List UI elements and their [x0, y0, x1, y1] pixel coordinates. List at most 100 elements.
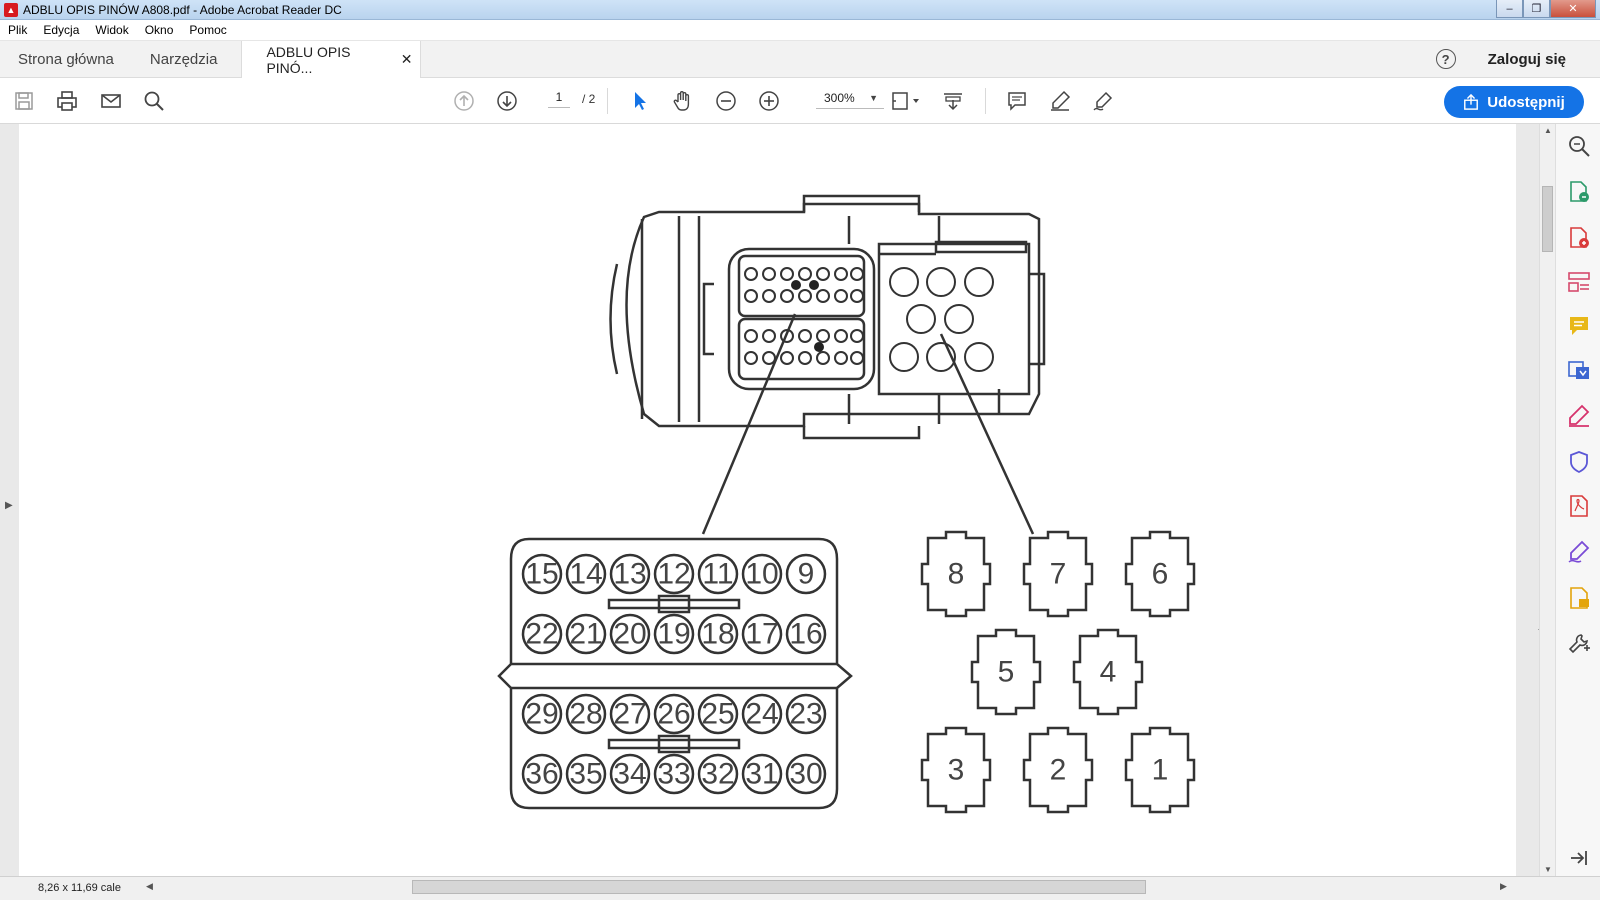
- sign-request-icon[interactable]: [1567, 540, 1591, 564]
- organize-pages-icon[interactable]: [1567, 270, 1591, 294]
- toolbar-divider: [985, 88, 986, 114]
- help-icon[interactable]: ?: [1435, 49, 1456, 69]
- tab-document[interactable]: ADBLU OPIS PINÓ... ✕: [241, 41, 422, 78]
- menu-bar: Plik Edycja Widok Okno Pomoc: [0, 20, 1600, 41]
- export-pdf-icon[interactable]: [1567, 180, 1591, 204]
- prev-page-icon[interactable]: [452, 89, 476, 113]
- tab-bar: Strona główna Narzędzia ADBLU OPIS PINÓ.…: [0, 41, 1600, 78]
- zoom-in-icon[interactable]: [757, 89, 781, 113]
- acrobat-icon: ▲: [4, 2, 18, 17]
- pin-label: 33: [657, 758, 690, 791]
- menu-view[interactable]: Widok: [87, 23, 136, 37]
- scroll-mode-icon[interactable]: [941, 89, 965, 113]
- menu-file[interactable]: Plik: [0, 23, 35, 37]
- pin-label: 22: [525, 618, 558, 651]
- connector-a-pins: 15 14 13 12 11 10 9 22 21 20 19 18 17 16 29 28 27 26 25 24 2…: [521, 553, 827, 795]
- email-icon[interactable]: [99, 89, 123, 113]
- pdf-icon[interactable]: [1567, 494, 1591, 518]
- menu-edit[interactable]: Edycja: [35, 23, 87, 37]
- pin-label: 34: [613, 758, 646, 791]
- terminal-label: 3: [948, 754, 965, 787]
- tab-home[interactable]: Strona główna: [0, 41, 132, 77]
- send-comments-icon[interactable]: [1567, 586, 1591, 610]
- vertical-scrollbar[interactable]: ▲ ▼: [1539, 124, 1555, 876]
- pin-label: 21: [569, 618, 602, 651]
- window-controls: – ❐ ✕: [1496, 0, 1596, 19]
- terminal-label: 5: [998, 656, 1015, 689]
- sign-icon[interactable]: [1091, 89, 1115, 113]
- pin-label: 24: [745, 698, 778, 731]
- terminal-label: 7: [1050, 558, 1067, 591]
- comment-tool-icon[interactable]: [1567, 314, 1591, 338]
- scroll-up-icon[interactable]: ▲: [1544, 126, 1552, 135]
- scroll-down-icon[interactable]: ▼: [1544, 865, 1552, 874]
- menu-window[interactable]: Okno: [137, 23, 182, 37]
- save-icon[interactable]: [12, 89, 36, 113]
- minimize-button[interactable]: –: [1496, 0, 1523, 18]
- terminal-label: 6: [1152, 558, 1169, 591]
- pin-label: 28: [569, 698, 602, 731]
- zoom-out-icon[interactable]: [714, 89, 738, 113]
- scroll-left-icon[interactable]: ◀: [146, 881, 153, 892]
- pin-label: 16: [789, 618, 822, 651]
- search-icon[interactable]: [142, 89, 166, 113]
- pin-label: 35: [569, 758, 602, 791]
- pin-label: 17: [745, 618, 778, 651]
- pin-label: 9: [798, 558, 815, 591]
- chevron-down-icon: ▼: [869, 93, 878, 103]
- share-icon: [1464, 94, 1479, 110]
- share-button[interactable]: Udostępnij: [1444, 86, 1584, 118]
- title-bar: ▲ ADBLU OPIS PINÓW A808.pdf - Adobe Acro…: [0, 0, 1600, 20]
- pin-label: 27: [613, 698, 646, 731]
- highlight-icon[interactable]: [1048, 89, 1072, 113]
- close-window-button[interactable]: ✕: [1550, 0, 1596, 18]
- menu-help[interactable]: Pomoc: [181, 23, 234, 37]
- fill-sign-icon[interactable]: [1567, 404, 1591, 428]
- horizontal-scroll-thumb[interactable]: [412, 880, 1146, 894]
- pin-label: 26: [657, 698, 690, 731]
- pin-label: 19: [657, 618, 690, 651]
- toolbar: 1 / 2 300% ▼ Udostępnij: [0, 78, 1600, 124]
- pin-label: 31: [745, 758, 778, 791]
- collapse-pane-icon[interactable]: [1567, 846, 1591, 870]
- tab-tools[interactable]: Narzędzia: [132, 41, 236, 77]
- edit-pdf-icon[interactable]: [1567, 358, 1591, 382]
- zoom-value: 300%: [824, 91, 855, 105]
- pin-label: 23: [789, 698, 822, 731]
- pin-label: 10: [745, 558, 778, 591]
- pin-label: 15: [525, 558, 558, 591]
- document-area[interactable]: ▶ 15 14 13 12 11 10 9 22 21 20 19 18 17 …: [0, 124, 1555, 876]
- login-link[interactable]: Zaloguj się: [1488, 51, 1566, 68]
- page-total: / 2: [582, 92, 596, 106]
- connector-b-pins: 8 7 6 5 4 3 2 1: [920, 530, 1196, 814]
- pin-label: 36: [525, 758, 558, 791]
- print-icon[interactable]: [55, 89, 79, 113]
- close-tab-icon[interactable]: ✕: [401, 51, 413, 68]
- pin-label: 14: [569, 558, 602, 591]
- share-label: Udostępnij: [1487, 93, 1565, 111]
- pdf-page: 15 14 13 12 11 10 9 22 21 20 19 18 17 16 29 28 27 26 25 24 2…: [19, 124, 1516, 876]
- zoom-select[interactable]: 300% ▼: [816, 91, 884, 109]
- tools-pane: [1555, 124, 1600, 876]
- pin-label: 11: [702, 558, 733, 591]
- protect-icon[interactable]: [1567, 450, 1591, 474]
- page-number-input[interactable]: 1: [548, 90, 570, 108]
- pin-label: 20: [613, 618, 646, 651]
- create-pdf-icon[interactable]: [1567, 226, 1591, 250]
- hand-tool-icon[interactable]: [671, 89, 695, 113]
- scroll-thumb[interactable]: [1542, 186, 1553, 252]
- more-tools-icon[interactable]: [1567, 632, 1591, 656]
- select-tool-icon[interactable]: [628, 89, 652, 113]
- left-pane-toggle-icon[interactable]: ▶: [5, 500, 13, 511]
- terminal-label: 1: [1152, 754, 1169, 787]
- comment-icon[interactable]: [1005, 89, 1029, 113]
- enhance-scan-icon[interactable]: [1567, 134, 1591, 158]
- maximize-button[interactable]: ❐: [1523, 0, 1550, 18]
- next-page-icon[interactable]: [495, 89, 519, 113]
- pin-label: 30: [789, 758, 822, 791]
- terminal-label: 2: [1050, 754, 1067, 787]
- scroll-right-icon[interactable]: ▶: [1500, 881, 1507, 892]
- pin-label: 12: [657, 558, 690, 591]
- window-title: ADBLU OPIS PINÓW A808.pdf - Adobe Acroba…: [23, 2, 342, 17]
- page-fit-icon[interactable]: [888, 89, 924, 113]
